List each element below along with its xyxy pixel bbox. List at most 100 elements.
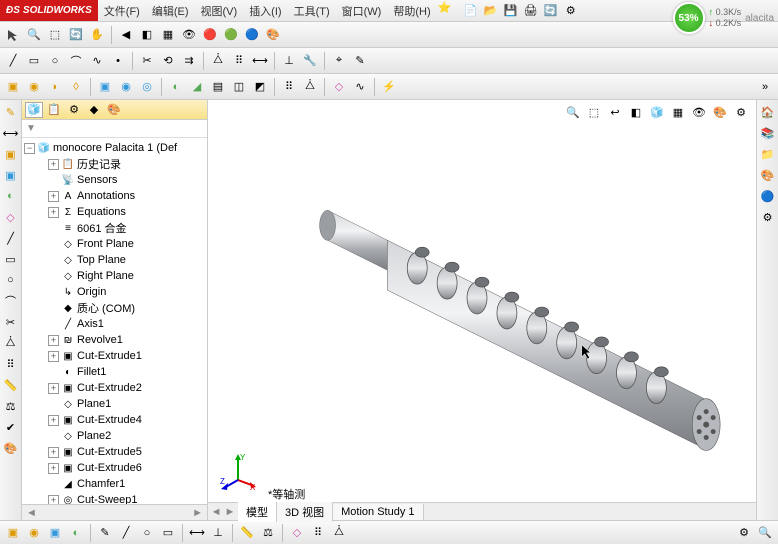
rect-vicon[interactable]: ▭ bbox=[2, 250, 20, 268]
tree-item[interactable]: ≡6061 合金 bbox=[22, 220, 207, 236]
sb-icon-6[interactable]: ╱ bbox=[117, 524, 135, 542]
expand-icon[interactable]: + bbox=[48, 335, 59, 346]
trim-icon[interactable]: ✂ bbox=[138, 52, 156, 70]
tree-item[interactable]: ◇Plane1 bbox=[22, 396, 207, 412]
menu-window[interactable]: 窗口(W) bbox=[336, 0, 388, 22]
tree-item[interactable]: ◆质心 (COM) bbox=[22, 300, 207, 316]
mat-vicon[interactable]: 🎨 bbox=[2, 439, 20, 457]
section-icon[interactable]: ◧ bbox=[138, 26, 156, 44]
edit-appearance-icon[interactable]: 🎨 bbox=[264, 26, 282, 44]
tree-tab-display[interactable]: 🎨 bbox=[105, 102, 123, 118]
prevview-hicon[interactable]: ↩ bbox=[606, 103, 624, 121]
save-icon[interactable]: 💾 bbox=[503, 3, 519, 19]
menu-help[interactable]: 帮助(H) bbox=[387, 0, 436, 22]
new-icon[interactable]: 📄 bbox=[463, 3, 479, 19]
rapid-sketch-icon[interactable]: ✎ bbox=[351, 52, 369, 70]
prev-view-icon[interactable]: ◀ bbox=[117, 26, 135, 44]
circ-vicon[interactable]: ○ bbox=[2, 271, 20, 289]
viewport[interactable]: 🔍 ⬚ ↩ ◧ 🧊 ▦ 👁 🎨 ⚙ bbox=[208, 100, 756, 520]
cut-extrude-icon[interactable]: ▣ bbox=[96, 78, 114, 96]
appear-icon[interactable]: 🔵 bbox=[759, 187, 777, 205]
appear-hicon[interactable]: 🎨 bbox=[711, 103, 729, 121]
view-triad[interactable]: Y X Z bbox=[218, 450, 258, 490]
display-style-icon[interactable]: ▦ bbox=[159, 26, 177, 44]
sb-icon-1[interactable]: ▣ bbox=[4, 524, 22, 542]
meas-vicon[interactable]: 📏 bbox=[2, 376, 20, 394]
sb-icon-8[interactable]: ▭ bbox=[159, 524, 177, 542]
sb-icon-3[interactable]: ▣ bbox=[46, 524, 64, 542]
tree-tab-feature[interactable]: 🧊 bbox=[25, 102, 43, 118]
tree-body[interactable]: − 🧊 monocore Palacita 1 (Def +📋历史记录📡Sens… bbox=[22, 138, 207, 504]
menu-view[interactable]: 视图(V) bbox=[195, 0, 244, 22]
tree-tab-property[interactable]: 📋 bbox=[45, 102, 63, 118]
instant3d-icon[interactable]: ⚡ bbox=[380, 78, 398, 96]
tree-item[interactable]: +▣Cut-Extrude5 bbox=[22, 444, 207, 460]
hole-icon[interactable]: ◎ bbox=[138, 78, 156, 96]
sweep-icon[interactable]: ◗ bbox=[46, 78, 64, 96]
expand-icon[interactable]: + bbox=[48, 207, 59, 218]
draft-icon[interactable]: ◩ bbox=[251, 78, 269, 96]
refgeo-icon[interactable]: ◇ bbox=[330, 78, 348, 96]
tab-model[interactable]: 模型 bbox=[238, 502, 277, 522]
tree-item[interactable]: ◢Chamfer1 bbox=[22, 476, 207, 492]
tree-tab-config[interactable]: ⚙ bbox=[65, 102, 83, 118]
expand-icon[interactable]: + bbox=[48, 463, 59, 474]
tree-tab-dimx[interactable]: ◆ bbox=[85, 102, 103, 118]
ref-vicon[interactable]: ◇ bbox=[2, 208, 20, 226]
offset-icon[interactable]: ⇉ bbox=[180, 52, 198, 70]
shell-icon[interactable]: ◫ bbox=[230, 78, 248, 96]
repair-icon[interactable]: 🔧 bbox=[301, 52, 319, 70]
sb-icon-13[interactable]: ◇ bbox=[288, 524, 306, 542]
tree-item[interactable]: ↳Origin bbox=[22, 284, 207, 300]
zoom-area-hicon[interactable]: ⬚ bbox=[585, 103, 603, 121]
select-icon[interactable] bbox=[4, 26, 22, 44]
convert-icon[interactable]: ⟲ bbox=[159, 52, 177, 70]
menu-insert[interactable]: 插入(I) bbox=[243, 0, 287, 22]
tree-item[interactable]: +ΣEquations bbox=[22, 204, 207, 220]
tree-item[interactable]: +📋历史记录 bbox=[22, 156, 207, 172]
tree-item[interactable]: +AAnnotations bbox=[22, 188, 207, 204]
sb-icon-5[interactable]: ✎ bbox=[96, 524, 114, 542]
tree-hscroll[interactable]: ◄ ► bbox=[22, 504, 207, 520]
viewpal-icon[interactable]: 🎨 bbox=[759, 166, 777, 184]
quick-snap-icon[interactable]: ⌖ bbox=[330, 52, 348, 70]
mirror-icon[interactable]: ⧊ bbox=[209, 52, 227, 70]
rib-icon[interactable]: ▤ bbox=[209, 78, 227, 96]
sb-icon-16[interactable]: ⚙ bbox=[735, 524, 753, 542]
eval-vicon[interactable]: ✔ bbox=[2, 418, 20, 436]
tab-3dview[interactable]: 3D 视图 bbox=[277, 502, 333, 522]
smartdim-vicon[interactable]: ⟷ bbox=[2, 124, 20, 142]
menu-file[interactable]: 文件(F) bbox=[98, 0, 146, 22]
sb-icon-15[interactable]: ⧊ bbox=[330, 524, 348, 542]
tree-item[interactable]: ◇Right Plane bbox=[22, 268, 207, 284]
rebuild-icon[interactable]: 🔄 bbox=[543, 3, 559, 19]
expand-icon[interactable]: + bbox=[48, 383, 59, 394]
chamfer-icon[interactable]: ◢ bbox=[188, 78, 206, 96]
appearance-icon[interactable]: 🔴 bbox=[201, 26, 219, 44]
tree-item[interactable]: +▣Cut-Extrude4 bbox=[22, 412, 207, 428]
help-icon[interactable]: ⭐ bbox=[437, 0, 453, 16]
sb-icon-12[interactable]: ⚖ bbox=[259, 524, 277, 542]
cut-vicon[interactable]: ▣ bbox=[2, 166, 20, 184]
point-icon[interactable]: • bbox=[109, 52, 127, 70]
pan-icon[interactable]: ✋ bbox=[88, 26, 106, 44]
arc-icon[interactable]: ⌒ bbox=[67, 52, 85, 70]
sb-icon-9[interactable]: ⟷ bbox=[188, 524, 206, 542]
tree-item[interactable]: 📡Sensors bbox=[22, 172, 207, 188]
tree-item[interactable]: +₪Revolve1 bbox=[22, 332, 207, 348]
tree-item[interactable]: ╱Axis1 bbox=[22, 316, 207, 332]
tree-root[interactable]: − 🧊 monocore Palacita 1 (Def bbox=[22, 140, 207, 156]
tree-item[interactable]: ◐Fillet1 bbox=[22, 364, 207, 380]
sb-icon-14[interactable]: ⠿ bbox=[309, 524, 327, 542]
fillet-icon[interactable]: ◐ bbox=[167, 78, 185, 96]
relation-icon[interactable]: ⊥ bbox=[280, 52, 298, 70]
designlib-icon[interactable]: 📚 bbox=[759, 124, 777, 142]
sb-icon-7[interactable]: ○ bbox=[138, 524, 156, 542]
expand-icon[interactable]: + bbox=[48, 351, 59, 362]
tab-motion[interactable]: Motion Study 1 bbox=[333, 504, 423, 520]
open-icon[interactable]: 📂 bbox=[483, 3, 499, 19]
mass-vicon[interactable]: ⚖ bbox=[2, 397, 20, 415]
hide-hicon[interactable]: 👁 bbox=[690, 103, 708, 121]
resources-icon[interactable]: 🏠 bbox=[759, 103, 777, 121]
tree-item[interactable]: ◇Top Plane bbox=[22, 252, 207, 268]
